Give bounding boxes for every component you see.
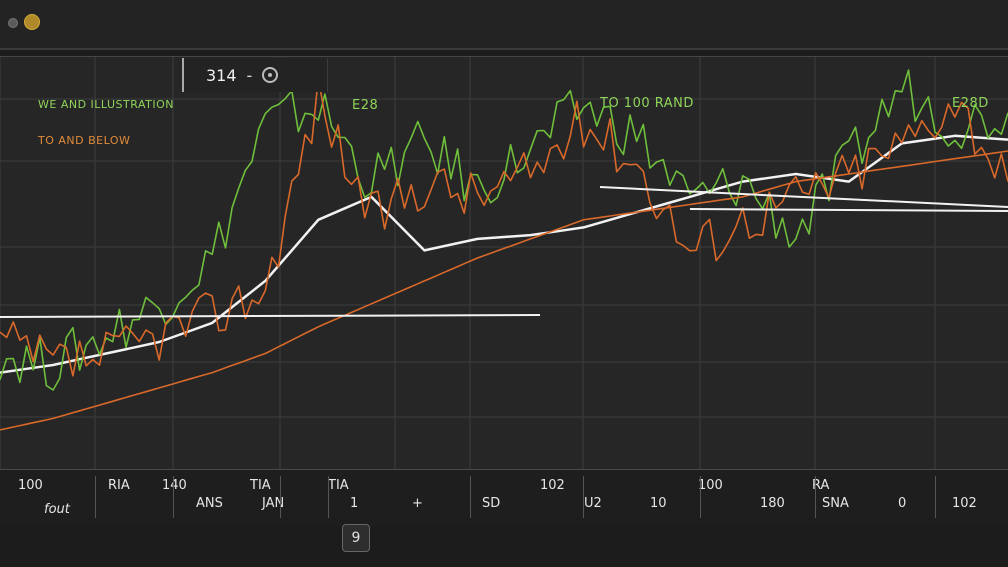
x-tick-label: 140 (162, 478, 187, 493)
x-tick-label: 10 (650, 496, 667, 511)
x-tick-label: fout (44, 502, 70, 517)
x-tick-label: RIA (108, 478, 130, 493)
series-line (0, 69, 1008, 391)
legend-entry-orange: TO AND BELOW (38, 134, 131, 147)
legend-entry-green: WE AND ILLUSTRATION (38, 98, 174, 111)
x-axis-separator (280, 476, 281, 518)
x-axis-separator (328, 476, 329, 518)
series-line (0, 76, 1008, 377)
symbol-separator: - (246, 65, 253, 85)
x-axis-separator (815, 476, 816, 518)
x-tick-label: 1 (350, 496, 359, 511)
x-tick-label: 180 (760, 496, 785, 511)
x-tick-label: U2 (584, 496, 602, 511)
x-axis-separator (583, 476, 584, 518)
x-tick-label: 100 (698, 478, 723, 493)
x-axis-separator (470, 476, 471, 518)
x-tick-label: SNA (822, 496, 849, 511)
window-control[interactable] (24, 14, 40, 30)
page-label: 9 (351, 530, 361, 546)
x-axis-separator (95, 476, 96, 518)
price-chart[interactable] (0, 57, 1008, 469)
chart-label: TO 100 RAND (600, 96, 694, 111)
chart-label: E28 (352, 98, 379, 113)
x-tick-label: ANS (196, 496, 223, 511)
chart-panel (0, 56, 1008, 471)
reference-line (689, 208, 1008, 212)
page-button[interactable]: 9 (342, 524, 370, 552)
chart-label: E28D (952, 96, 989, 111)
series-line (0, 150, 1008, 431)
x-tick-label: 0 (898, 496, 907, 511)
x-tick-label: SD (482, 496, 501, 511)
x-axis-separator (173, 476, 174, 518)
x-tick-label: TIA (328, 478, 349, 493)
x-tick-label: + (412, 496, 423, 511)
x-axis-separator (935, 476, 936, 518)
x-tick-label: 100 (18, 478, 43, 493)
x-axis (0, 470, 1008, 526)
x-tick-label: 102 (540, 478, 565, 493)
window-titlebar (0, 0, 1008, 50)
x-tick-label: TIA (250, 478, 271, 493)
window-control[interactable] (8, 18, 18, 28)
search-icon[interactable] (262, 67, 279, 83)
symbol-selector[interactable]: 314 - (182, 58, 328, 92)
x-tick-label: 102 (952, 496, 977, 511)
reference-line (0, 314, 541, 318)
symbol-text: 314 (206, 65, 237, 85)
x-axis-separator (700, 476, 701, 518)
